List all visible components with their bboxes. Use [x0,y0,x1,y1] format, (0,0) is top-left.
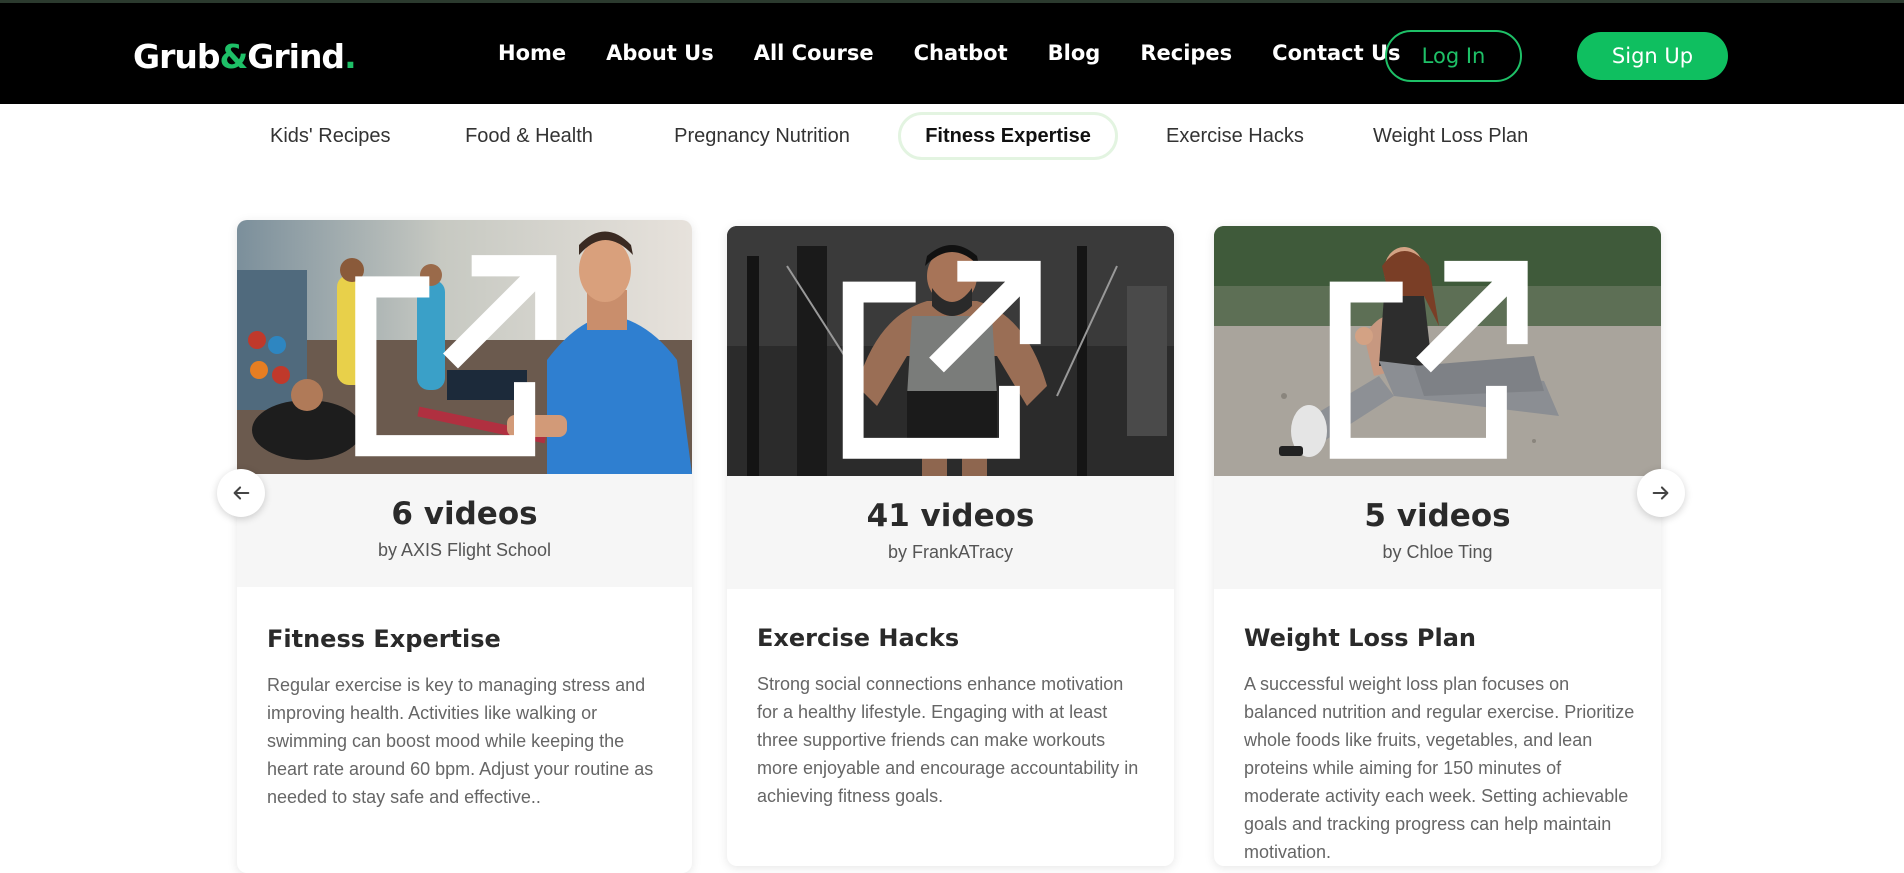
nav-recipes[interactable]: Recipes [1140,41,1232,65]
external-link-icon[interactable] [237,234,678,474]
tab-weight-loss-plan[interactable]: Weight Loss Plan [1373,112,1528,160]
login-button[interactable]: Log In [1385,30,1522,82]
woman-stretching-photo [1214,226,1661,476]
brand-logo[interactable]: Grub&Grind. [133,37,357,76]
nav-all-course[interactable]: All Course [754,41,874,65]
tab-exercise-hacks[interactable]: Exercise Hacks [1166,112,1304,160]
arrow-left-icon [233,486,250,500]
external-link-icon[interactable] [1214,240,1647,476]
nav-home[interactable]: Home [498,41,566,65]
top-navbar: Grub&Grind. Home About Us All Course Cha… [0,0,1904,104]
course-card[interactable]: 6 videos by AXIS Flight School Fitness E… [237,220,692,873]
tab-fitness-expertise[interactable]: Fitness Expertise [898,112,1118,160]
card-body: Exercise Hacks Strong social connections… [757,624,1148,810]
main-nav: Home About Us All Course Chatbot Blog Re… [498,41,1401,65]
nav-about-us[interactable]: About Us [606,41,714,65]
signup-button[interactable]: Sign Up [1577,32,1728,80]
card-stats: 41 videos by FrankATracy [727,476,1174,589]
tab-pregnancy-nutrition[interactable]: Pregnancy Nutrition [672,112,852,160]
card-description: A successful weight loss plan focuses on… [1244,674,1635,862]
carousel-next-button[interactable] [1637,469,1685,517]
nav-chatbot[interactable]: Chatbot [914,41,1008,65]
arrow-right-icon [1652,486,1669,500]
card-title: Fitness Expertise [267,625,501,653]
carousel-prev-button[interactable] [217,469,265,517]
card-stats: 5 videos by Chloe Ting [1214,476,1661,589]
external-link-icon[interactable] [727,240,1160,476]
video-count: 6 videos [391,496,538,532]
card-author: by AXIS Flight School [377,540,552,560]
course-card[interactable]: 41 videos by FrankATracy Exercise Hacks … [727,226,1174,866]
card-description: Regular exercise is key to managing stre… [267,675,654,807]
card-author: by Chloe Ting [1382,542,1493,562]
card-title: Exercise Hacks [757,624,960,652]
card-stats: 6 videos by AXIS Flight School [237,474,692,587]
card-body: Fitness Expertise Regular exercise is ke… [267,625,666,811]
category-tabs: Kids' Recipes Food & Health Pregnancy Nu… [0,104,1904,164]
course-card[interactable]: 5 videos by Chloe Ting Weight Loss Plan … [1214,226,1661,866]
video-count: 41 videos [866,498,1035,534]
tab-food-health[interactable]: Food & Health [462,112,596,160]
nav-contact-us[interactable]: Contact Us [1272,41,1400,65]
gym-bodybuilder-photo [727,226,1174,476]
video-count: 5 videos [1364,498,1511,534]
tab-kids-recipes[interactable]: Kids' Recipes [270,112,391,160]
nav-blog[interactable]: Blog [1048,41,1101,65]
card-title: Weight Loss Plan [1244,624,1477,652]
card-description: Strong social connections enhance motiva… [757,674,1139,806]
fitness-trainer-photo [237,220,692,474]
card-author: by FrankATracy [887,542,1014,562]
card-body: Weight Loss Plan A successful weight los… [1244,624,1635,866]
